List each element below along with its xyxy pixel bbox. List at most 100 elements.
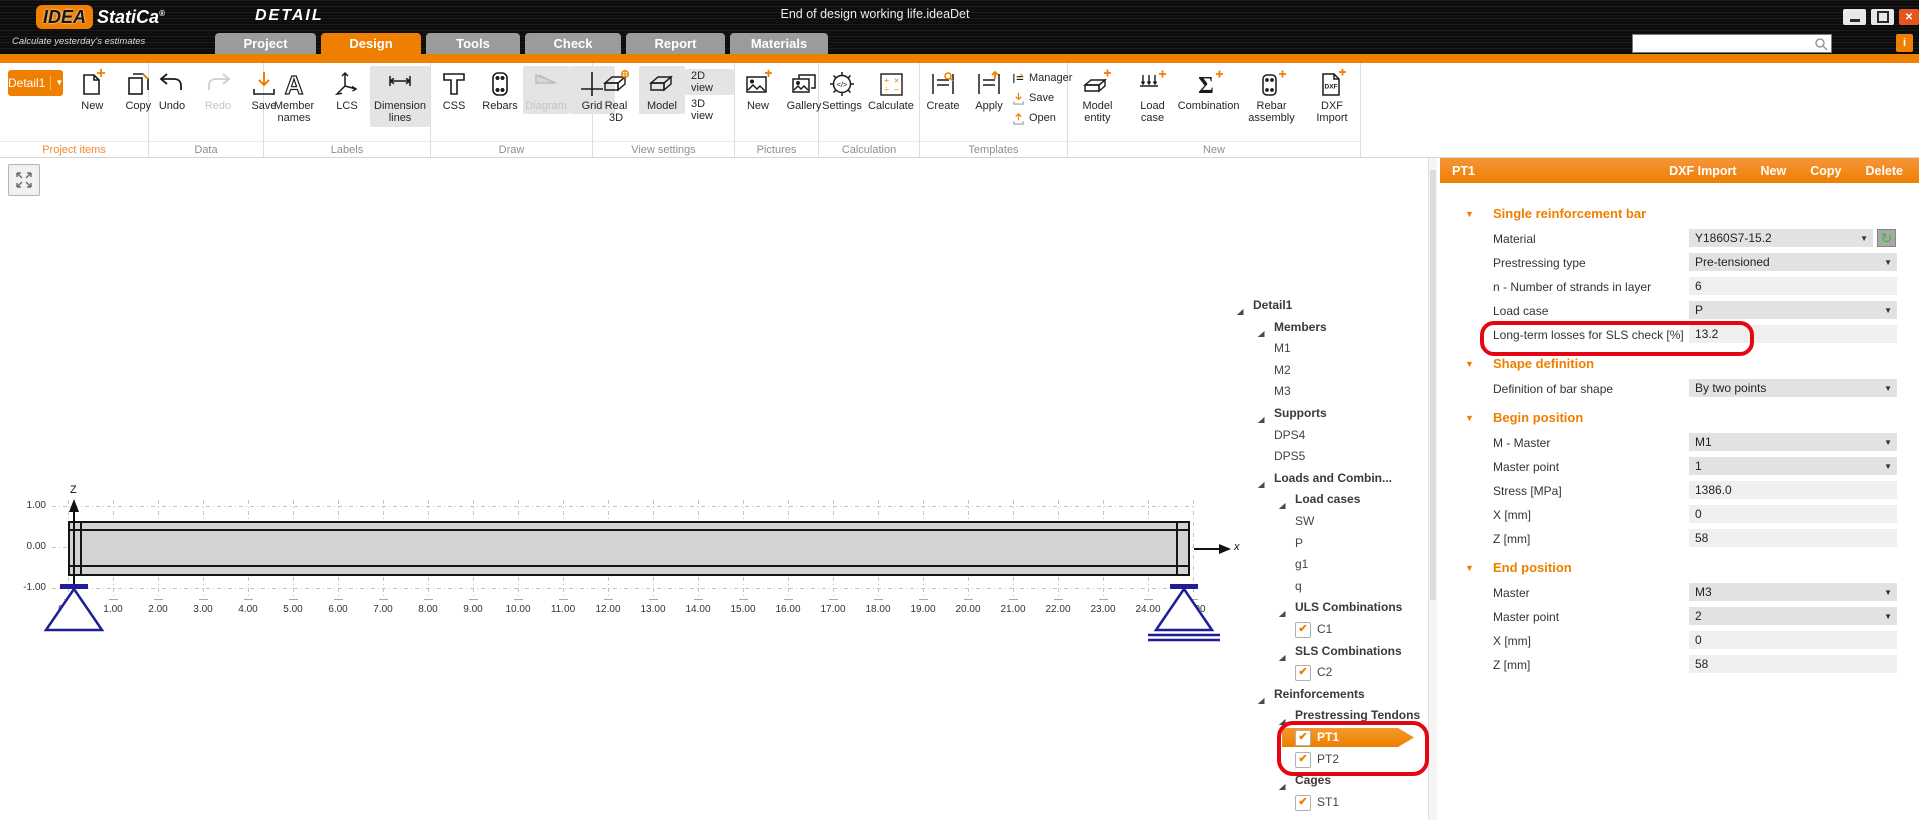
scrollbar-thumb[interactable] — [1430, 170, 1436, 600]
chevron-down-icon[interactable]: ▼ — [1884, 462, 1892, 471]
chevron-down-icon[interactable]: ▼ — [1884, 384, 1892, 393]
panel-body: ▼Single reinforcement barMaterialY1860S7… — [1440, 183, 1919, 820]
tab-materials[interactable]: Materials — [730, 33, 828, 54]
tree-item-reinforcements[interactable]: ◢Reinforcements — [1220, 684, 1424, 705]
new-project-item-button[interactable]: New — [69, 66, 115, 114]
tree-item-sls-combinations[interactable]: ◢SLS Combinations — [1220, 641, 1424, 662]
info-button[interactable]: i — [1896, 34, 1913, 52]
property-dropdown-field[interactable]: M1▼ — [1689, 433, 1897, 451]
template-open-button[interactable]: Open — [1012, 109, 1072, 127]
tab-check[interactable]: Check — [525, 33, 621, 54]
close-button[interactable]: ✕ — [1899, 9, 1919, 25]
chevron-down-icon[interactable]: ▼ — [1884, 438, 1892, 447]
tab-design[interactable]: Design — [321, 33, 421, 54]
delete-action[interactable]: Delete — [1865, 164, 1903, 178]
checkbox[interactable]: ✔ — [1295, 665, 1311, 681]
tree-item-sw[interactable]: SW — [1220, 511, 1424, 532]
section-collapse-icon[interactable]: ▼ — [1465, 359, 1474, 369]
tree-item-c1[interactable]: ✔C1 — [1220, 619, 1424, 640]
ribbon-group-view-settings: Real 3D Model 2D view 3D view View setti… — [593, 63, 735, 157]
section-collapse-icon[interactable]: ▼ — [1465, 209, 1474, 219]
calculate-button[interactable]: +×÷− Calculate — [865, 66, 917, 114]
undo-button[interactable]: Undo — [149, 66, 195, 114]
load-case-button[interactable]: Load case — [1127, 66, 1178, 127]
main-canvas[interactable]: 1.000.00-1.000.001.002.003.004.005.006.0… — [0, 158, 1440, 820]
property-dropdown-field[interactable]: Pre-tensioned▼ — [1689, 253, 1897, 271]
template-save-button[interactable]: Save — [1012, 89, 1072, 107]
tree-item-members[interactable]: ◢Members — [1220, 317, 1424, 338]
detail-selector[interactable]: Detail1▼ — [8, 70, 63, 96]
property-text-field[interactable]: 0 — [1689, 631, 1897, 649]
chevron-down-icon[interactable]: ▼ — [1884, 306, 1892, 315]
rebar-assembly-button[interactable]: Rebar assembly — [1239, 66, 1304, 127]
fit-view-button[interactable] — [8, 164, 40, 196]
property-dropdown-field[interactable]: Y1860S7-15.2▼ — [1689, 229, 1873, 247]
checkbox[interactable]: ✔ — [1295, 795, 1311, 811]
tree-item-m2[interactable]: M2 — [1220, 360, 1424, 381]
chevron-down-icon[interactable]: ▼ — [1884, 612, 1892, 621]
chevron-down-icon[interactable]: ▼ — [1860, 234, 1868, 243]
settings-button[interactable]: </> Settings — [819, 66, 865, 114]
maximize-button[interactable] — [1871, 9, 1894, 25]
tree-item-q[interactable]: q — [1220, 576, 1424, 597]
tree-item-st1[interactable]: ✔ST1 — [1220, 792, 1424, 813]
checkbox[interactable]: ✔ — [1295, 622, 1311, 638]
tendon-line-bottom[interactable] — [70, 565, 1188, 567]
minimize-button[interactable] — [1843, 9, 1866, 25]
property-dropdown-field[interactable]: By two points▼ — [1689, 379, 1897, 397]
property-dropdown-field[interactable]: 1▼ — [1689, 457, 1897, 475]
tree-item-m3[interactable]: M3 — [1220, 381, 1424, 402]
property-dropdown-field[interactable]: M3▼ — [1689, 583, 1897, 601]
apply-template-button[interactable]: Apply — [966, 66, 1012, 114]
tree-item-m1[interactable]: M1 — [1220, 338, 1424, 359]
tree-item-supports[interactable]: ◢Supports — [1220, 403, 1424, 424]
combination-button[interactable]: Σ Combination — [1178, 66, 1239, 114]
create-template-button[interactable]: Create — [920, 66, 966, 114]
real-3d-button[interactable]: Real 3D — [593, 66, 639, 127]
tab-project[interactable]: Project — [215, 33, 316, 54]
tree-item-load-cases[interactable]: ◢Load cases — [1220, 489, 1424, 510]
x-tick-label: 18.00 — [861, 604, 895, 615]
tendon-line-top[interactable] — [70, 529, 1188, 531]
dxf-import-action[interactable]: DXF Import — [1669, 164, 1736, 178]
tree-item-uls-combinations[interactable]: ◢ULS Combinations — [1220, 597, 1424, 618]
tree-item-dps4[interactable]: DPS4 — [1220, 425, 1424, 446]
dxf-import-button[interactable]: DXF DXF Import — [1304, 66, 1360, 127]
member-names-button[interactable]: A Member names — [264, 66, 324, 127]
new-picture-button[interactable]: New — [735, 66, 781, 114]
tree-item-loads-and-combin-[interactable]: ◢Loads and Combin... — [1220, 468, 1424, 489]
model-entity-button[interactable]: Model entity — [1068, 66, 1127, 127]
new-action[interactable]: New — [1761, 164, 1787, 178]
tree-item-c2[interactable]: ✔C2 — [1220, 662, 1424, 683]
template-manager-button[interactable]: Manager — [1012, 69, 1072, 87]
copy-action[interactable]: Copy — [1810, 164, 1841, 178]
chevron-down-icon[interactable]: ▼ — [1884, 588, 1892, 597]
tree-item-g1[interactable]: g1 — [1220, 554, 1424, 575]
property-text-field[interactable]: 6 — [1689, 277, 1897, 295]
property-text-field[interactable]: 58 — [1689, 655, 1897, 673]
3d-view-button[interactable]: 3D view — [685, 97, 734, 123]
property-dropdown-field[interactable]: 2▼ — [1689, 607, 1897, 625]
tree-item-dps5[interactable]: DPS5 — [1220, 446, 1424, 467]
tab-tools[interactable]: Tools — [426, 33, 520, 54]
property-text-field[interactable]: 0 — [1689, 505, 1897, 523]
dimension-lines-button[interactable]: Dimension lines — [370, 66, 430, 127]
lcs-button[interactable]: LCS — [324, 66, 370, 114]
property-text-field[interactable]: 58 — [1689, 529, 1897, 547]
tree-item-p[interactable]: P — [1220, 533, 1424, 554]
search-input[interactable] — [1633, 36, 1814, 51]
2d-view-button[interactable]: 2D view — [685, 69, 734, 95]
css-button[interactable]: CSS — [431, 66, 477, 114]
tab-report[interactable]: Report — [626, 33, 725, 54]
refresh-material-button[interactable]: ↻ — [1877, 229, 1896, 247]
search-box[interactable] — [1632, 34, 1832, 53]
property-dropdown-field[interactable]: P▼ — [1689, 301, 1897, 319]
section-collapse-icon[interactable]: ▼ — [1465, 413, 1474, 423]
chevron-down-icon[interactable]: ▼ — [1884, 258, 1892, 267]
property-text-field[interactable]: 1386.0 — [1689, 481, 1897, 499]
rebars-button[interactable]: Rebars — [477, 66, 523, 114]
model-view-button[interactable]: Model — [639, 66, 685, 114]
section-collapse-icon[interactable]: ▼ — [1465, 563, 1474, 573]
tree-item-detail1[interactable]: ◢Detail1 — [1220, 295, 1424, 316]
tree-scrollbar[interactable] — [1428, 158, 1437, 820]
